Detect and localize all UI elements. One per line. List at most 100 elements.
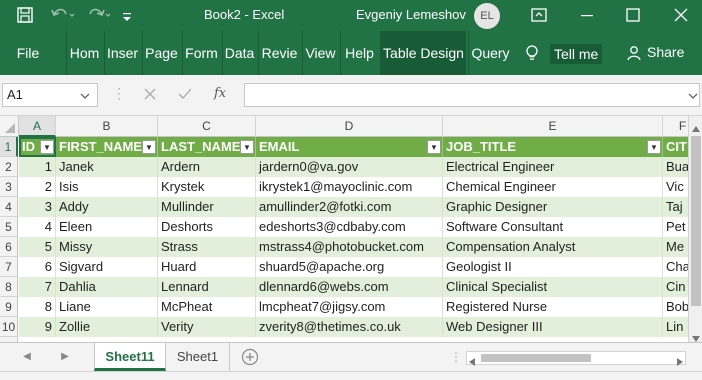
cell-last-name[interactable]: Ardern (158, 157, 256, 177)
scroll-up-icon[interactable] (692, 120, 700, 135)
cell-email[interactable]: ikrystek1@mayoclinic.com (256, 177, 443, 197)
row-header[interactable]: 1 (0, 137, 18, 157)
share-button[interactable]: Share (647, 44, 684, 60)
vertical-scroll-thumb[interactable] (691, 136, 701, 306)
header-cell-first-name[interactable]: FIRST_NAME ▼ (56, 137, 158, 157)
cell-job-title[interactable]: Compensation Analyst (443, 237, 663, 257)
row-header[interactable]: 7 (0, 257, 18, 277)
ribbon-display-icon[interactable] (530, 6, 548, 24)
row-header[interactable]: 5 (0, 217, 18, 237)
cell-last-name[interactable]: Mullinder (158, 197, 256, 217)
cell-first-name[interactable]: Missy (56, 237, 158, 257)
cell-email[interactable]: mstrass4@photobucket.com (256, 237, 443, 257)
lightbulb-icon[interactable] (524, 44, 540, 65)
new-sheet-icon[interactable] (241, 348, 259, 369)
scroll-right-icon[interactable] (677, 354, 683, 369)
cell-id[interactable]: 6 (19, 257, 56, 277)
cell-id[interactable]: 3 (19, 197, 56, 217)
cell-first-name[interactable]: Liane (56, 297, 158, 317)
scroll-left-icon[interactable] (469, 354, 475, 369)
header-cell-id[interactable]: ID ▼ (19, 137, 56, 157)
cell-job-title[interactable]: Registered Nurse (443, 297, 663, 317)
cell-email[interactable]: lmcpheat7@jigsy.com (256, 297, 443, 317)
cell-first-name[interactable]: Zollie (56, 317, 158, 337)
formula-bar-splitter-icon[interactable]: ⋮ (112, 85, 126, 102)
row-header[interactable]: 4 (0, 197, 18, 217)
tab-file[interactable]: File (8, 31, 48, 75)
tab-data[interactable]: Data (222, 31, 256, 75)
vertical-scrollbar[interactable] (688, 116, 702, 342)
cell-job-title[interactable]: Clinical Specialist (443, 277, 663, 297)
header-cell-email[interactable]: EMAIL ▼ (256, 137, 443, 157)
cell-job-title[interactable]: Software Consultant (443, 217, 663, 237)
close-icon[interactable] (672, 6, 690, 24)
name-box-dropdown-icon[interactable] (80, 89, 90, 104)
insert-function-icon[interactable]: fx (214, 86, 226, 101)
cell-email[interactable]: amullinder2@fotki.com (256, 197, 443, 217)
cell-email[interactable]: edeshorts3@cdbaby.com (256, 217, 443, 237)
previous-sheet-icon[interactable]: ◀ (20, 350, 34, 364)
customize-quick-access-icon[interactable] (122, 6, 140, 24)
column-header-c[interactable]: C (158, 116, 256, 137)
cell-last-name[interactable]: Krystek (158, 177, 256, 197)
tab-query[interactable]: Query (468, 31, 512, 75)
cell-id[interactable]: 2 (19, 177, 56, 197)
cell-city[interactable]: Lin (663, 317, 688, 337)
tab-home[interactable]: Hom (66, 31, 102, 75)
tab-table-design[interactable]: Table Design (380, 31, 466, 75)
cell-job-title[interactable]: Chemical Engineer (443, 177, 663, 197)
row-header[interactable]: 10 (0, 317, 18, 337)
tab-page-layout[interactable]: Page (142, 31, 180, 75)
filter-dropdown-icon[interactable]: ▼ (240, 140, 254, 154)
cell-first-name[interactable]: Eleen (56, 217, 158, 237)
cell-last-name[interactable]: Huard (158, 257, 256, 277)
cell-id[interactable]: 8 (19, 297, 56, 317)
next-sheet-icon[interactable]: ▶ (58, 350, 72, 364)
cell-id[interactable]: 4 (19, 217, 56, 237)
cell-city[interactable]: Cin (663, 277, 688, 297)
cell-id[interactable]: 7 (19, 277, 56, 297)
cell-first-name[interactable]: Isis (56, 177, 158, 197)
cell-city[interactable]: Pet (663, 217, 688, 237)
row-header[interactable]: 6 (0, 237, 18, 257)
save-icon[interactable] (16, 6, 34, 24)
cell-id[interactable]: 9 (19, 317, 56, 337)
tell-me-input[interactable]: Tell me (550, 44, 603, 64)
column-header-a[interactable]: A (19, 116, 56, 137)
sheet-tab-sheet11[interactable]: Sheet11 (94, 343, 166, 371)
tab-formulas[interactable]: Form (182, 31, 220, 75)
cell-email[interactable]: shuard5@apache.org (256, 257, 443, 277)
cell-last-name[interactable]: Deshorts (158, 217, 256, 237)
avatar[interactable]: EL (474, 3, 500, 29)
cell-job-title[interactable]: Web Designer III (443, 317, 663, 337)
cell-last-name[interactable]: Lennard (158, 277, 256, 297)
tab-review[interactable]: Revie (258, 31, 300, 75)
filter-dropdown-icon[interactable]: ▼ (142, 140, 156, 154)
row-header[interactable]: 3 (0, 177, 18, 197)
cancel-icon[interactable] (144, 88, 156, 103)
filter-dropdown-icon[interactable]: ▼ (647, 140, 661, 154)
cell-job-title[interactable]: Graphic Designer (443, 197, 663, 217)
cell-job-title[interactable]: Geologist II (443, 257, 663, 277)
cell-email[interactable]: zverity8@thetimes.co.uk (256, 317, 443, 337)
cell-city[interactable]: Vic (663, 177, 688, 197)
user-name[interactable]: Evgeniy Lemeshov (356, 7, 466, 22)
horizontal-scroll-thumb[interactable] (481, 354, 591, 362)
header-cell-city[interactable]: CIT (663, 137, 688, 157)
tab-help[interactable]: Help (340, 31, 378, 75)
row-header[interactable]: 8 (0, 277, 18, 297)
column-header-e[interactable]: E (443, 116, 663, 137)
header-cell-job-title[interactable]: JOB_TITLE ▼ (443, 137, 663, 157)
cell-city[interactable]: Taj (663, 197, 688, 217)
filter-dropdown-icon[interactable]: ▼ (40, 140, 54, 154)
sheet-tab-sheet1[interactable]: Sheet1 (166, 343, 230, 371)
minimize-icon[interactable] (578, 6, 596, 24)
horizontal-scrollbar[interactable] (466, 351, 686, 366)
row-header[interactable]: 9 (0, 297, 18, 317)
column-header-f[interactable]: F (663, 116, 688, 137)
expand-formula-bar-icon[interactable] (688, 89, 698, 104)
redo-icon[interactable] (86, 6, 111, 24)
share-icon[interactable] (626, 44, 642, 65)
cell-id[interactable]: 1 (19, 157, 56, 177)
cell-id[interactable]: 5 (19, 237, 56, 257)
